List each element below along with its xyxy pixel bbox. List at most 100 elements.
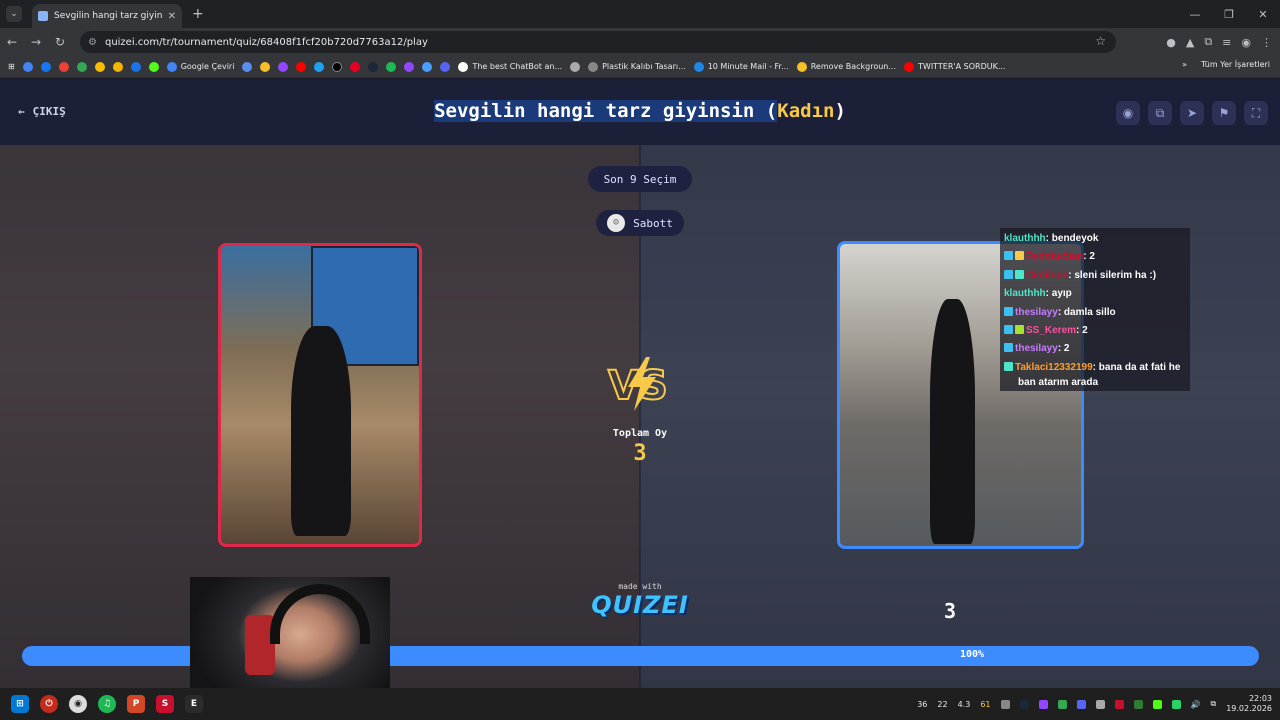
copy-icon[interactable]: ⧉ <box>1148 101 1172 125</box>
epic-games-icon[interactable]: E <box>185 695 203 713</box>
quizei-logo[interactable]: QUIZEI <box>586 591 694 619</box>
profile-avatar[interactable]: ◉ <box>1241 36 1251 49</box>
made-with-label: made with <box>618 582 662 591</box>
drive-icon[interactable] <box>94 61 105 72</box>
bookmark-plastik[interactable]: Plastik Kalıbı Tasarı... <box>588 61 686 72</box>
site-info-icon[interactable]: ⚙ <box>88 37 97 48</box>
vs-icon: VS <box>607 357 669 411</box>
flag-icon[interactable]: ⚑ <box>1212 101 1236 125</box>
bookmark-icon[interactable] <box>440 61 451 72</box>
tray-icon[interactable] <box>1095 699 1105 709</box>
address-bar[interactable]: ⚙ quizei.com/tr/tournament/quiz/68408f1f… <box>80 31 1116 53</box>
browser-tab[interactable]: Sevgilin hangi tarz giyinsin (Kad ✕ <box>32 4 182 28</box>
tab-search-icon[interactable]: ⌄ <box>6 6 22 22</box>
apps-icon[interactable]: ⊞ <box>8 62 15 71</box>
bookmark-icon[interactable] <box>422 61 433 72</box>
new-tab-icon[interactable]: + <box>192 6 204 22</box>
chat-user: thesilayy <box>1015 306 1058 318</box>
chat-text: : 2 <box>1076 325 1088 337</box>
progress-percent: 100% <box>959 649 985 660</box>
clock[interactable]: 22:03 19.02.2026 <box>1226 694 1272 714</box>
chat-message-continued: ban atarım arada <box>1004 377 1186 389</box>
tray-icon[interactable] <box>1114 699 1124 709</box>
chat-message: Reddiuchan: 2 <box>1004 248 1186 266</box>
powerpoint-icon[interactable]: P <box>127 695 145 713</box>
bookmark-icon[interactable] <box>314 61 325 72</box>
reading-list-icon[interactable]: ≡ <box>1222 36 1231 49</box>
google-icon[interactable] <box>22 61 33 72</box>
power-icon[interactable]: ⏻ <box>40 695 58 713</box>
window-controls: — ❐ ✕ <box>1178 0 1280 28</box>
all-bookmarks[interactable]: Tüm Yer İşaretleri <box>1201 60 1270 69</box>
ai-icon[interactable] <box>130 61 141 72</box>
extension-icon[interactable]: ● <box>1166 36 1176 49</box>
bookmark-icon[interactable] <box>278 61 289 72</box>
close-window-icon[interactable]: ✕ <box>1246 0 1280 28</box>
back-arrow-icon[interactable]: ← <box>0 35 24 49</box>
chatbot-icon <box>458 61 469 72</box>
eye-icon[interactable]: ◉ <box>1116 101 1140 125</box>
discord-icon[interactable] <box>1076 699 1086 709</box>
fullscreen-icon[interactable]: ⛶ <box>1244 101 1268 125</box>
bookmark-translate[interactable]: Google Çeviri <box>166 61 234 72</box>
bookmark-icon <box>693 61 704 72</box>
kick-icon[interactable] <box>148 61 159 72</box>
kick-icon[interactable] <box>1152 699 1162 709</box>
pinterest-icon[interactable] <box>350 61 361 72</box>
chat-text: : damla sillo <box>1057 306 1116 318</box>
network-icon[interactable]: ⧉ <box>1210 699 1216 709</box>
reload-icon[interactable]: ↻ <box>48 35 72 49</box>
facebook-icon[interactable] <box>40 61 51 72</box>
bookmark-10minutemail[interactable]: 10 Minute Mail - Fr... <box>693 61 789 72</box>
bookmark-twitter[interactable]: TWITTER'A SORDUK... <box>904 61 1005 72</box>
maps-icon[interactable] <box>76 61 87 72</box>
tray-icon[interactable] <box>1057 699 1067 709</box>
photos-icon[interactable] <box>112 61 123 72</box>
title-accent: Kadın <box>777 100 835 122</box>
steam-icon[interactable] <box>368 61 379 72</box>
tray-icon[interactable] <box>1038 699 1048 709</box>
more-bookmarks-icon[interactable]: » <box>1182 60 1187 69</box>
chat-user: klauthhh <box>1004 233 1046 244</box>
chat-text: : 2 <box>1057 343 1070 355</box>
twitch-icon[interactable] <box>404 61 415 72</box>
windows-taskbar: ⊞ ⏻ ◉ ♫ P S E 36 22 4.3 61 🔊 ⧉ 22:03 19.… <box>0 688 1280 720</box>
whatsapp-icon[interactable] <box>1171 699 1181 709</box>
tab-title: Sevgilin hangi tarz giyinsin (Kad <box>54 11 162 21</box>
forward-arrow-icon[interactable]: → <box>24 35 48 49</box>
choice-card-left[interactable] <box>218 243 422 547</box>
bookmark-chatbot[interactable]: The best ChatBot an... <box>458 61 562 72</box>
app-icon[interactable]: S <box>156 695 174 713</box>
tray-icon[interactable] <box>1000 699 1010 709</box>
bookmark-label: 10 Minute Mail - Fr... <box>707 62 789 71</box>
chat-user: Taklaci12332199 <box>1015 361 1093 373</box>
windows-start-icon[interactable]: ⊞ <box>11 695 29 713</box>
volume-icon[interactable]: 🔊 <box>1191 700 1201 709</box>
restore-icon[interactable]: ❐ <box>1212 0 1246 28</box>
x-icon[interactable] <box>332 61 343 72</box>
pdf-icon[interactable]: ▲ <box>1186 36 1194 49</box>
send-icon[interactable]: ➤ <box>1180 101 1204 125</box>
translate-icon <box>166 61 177 72</box>
bookmark-icon[interactable] <box>570 61 581 72</box>
menu-icon[interactable]: ⋮ <box>1261 36 1272 49</box>
stat-value: 61 <box>980 699 991 709</box>
bookmark-icon[interactable] <box>242 61 253 72</box>
minimize-icon[interactable]: — <box>1178 0 1212 28</box>
chat-message: thesilayy: damla sillo <box>1004 304 1186 322</box>
bookmark-removebg[interactable]: Remove Backgroun... <box>796 61 896 72</box>
gmail-icon[interactable] <box>58 61 69 72</box>
spotify-icon[interactable]: ♫ <box>98 695 116 713</box>
last-choices-pill[interactable]: Son 9 Seçim <box>588 166 692 192</box>
tray-icon[interactable] <box>1133 699 1143 709</box>
bookmark-star-icon[interactable]: ☆ <box>1095 34 1106 48</box>
tab-close-icon[interactable]: ✕ <box>168 11 176 22</box>
puzzle-icon[interactable]: ⧉ <box>1204 35 1212 49</box>
youtube-icon[interactable] <box>296 61 307 72</box>
chat-text: : bendeyok <box>1045 233 1099 244</box>
bookmark-icon[interactable] <box>260 61 271 72</box>
chrome-icon[interactable]: ◉ <box>69 695 87 713</box>
steam-icon[interactable] <box>1019 699 1029 709</box>
chat-message: klauthhh: ayıp <box>1004 285 1186 303</box>
spotify-icon[interactable] <box>386 61 397 72</box>
